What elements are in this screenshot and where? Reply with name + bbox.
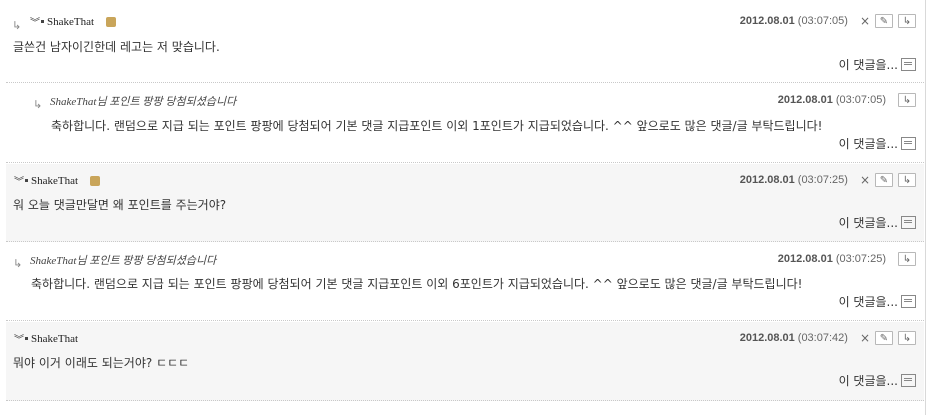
reply-icon: ↳: [902, 332, 912, 344]
comment-more-menu[interactable]: 이 댓글을...: [839, 214, 916, 231]
reply-button[interactable]: ↳: [898, 93, 916, 107]
reply-arrow-icon: ↳: [12, 19, 22, 32]
level-badge-icon: [106, 16, 117, 27]
author-name[interactable]: ShakeThat: [31, 333, 78, 345]
bullet-icon: [25, 179, 28, 182]
wing-icon: ︾: [14, 177, 24, 188]
comment-time: (03:07:05): [797, 15, 848, 27]
comment-date: 2012.08.01: [777, 94, 833, 106]
reply-icon: ↳: [902, 94, 912, 106]
bullet-icon: [25, 337, 28, 340]
comment-more-menu[interactable]: 이 댓글을...: [839, 372, 916, 389]
comment-item: ↳ ︾ ShakeThat 2012.08.01 (03:07:05) × ✎ …: [6, 5, 924, 83]
wing-icon: ︾: [14, 335, 24, 346]
comment-time: (03:07:05): [835, 94, 886, 106]
comment-author[interactable]: ︾ ShakeThat: [14, 173, 101, 188]
comment-meta: 2012.08.01 (03:07:25) ↳: [778, 252, 916, 266]
document-icon: [901, 374, 916, 387]
more-label: 이 댓글을...: [838, 374, 898, 388]
edit-button[interactable]: ✎: [875, 331, 893, 345]
comment-meta: 2012.08.01 (03:07:42) × ✎ ↳: [740, 331, 916, 345]
comment-text: 축하합니다. 랜덤으로 지급 되는 포인트 팡팡에 당첨되어 기본 댓글 지급포…: [51, 119, 823, 133]
more-label: 이 댓글을...: [838, 216, 898, 230]
comment-text: 축하합니다. 랜덤으로 지급 되는 포인트 팡팡에 당첨되어 기본 댓글 지급포…: [31, 277, 803, 291]
comment-date: 2012.08.01: [739, 174, 795, 186]
delete-button[interactable]: ×: [860, 173, 870, 187]
document-icon: [901, 295, 916, 308]
comment-text: 워 오늘 댓글만달면 왜 포인트를 주는거야?: [13, 198, 227, 212]
edit-icon: ✎: [879, 15, 889, 27]
reply-icon: ↳: [902, 15, 912, 27]
comment-item: ︾ ShakeThat 2012.08.01 (03:07:25) × ✎ ↳ …: [6, 164, 924, 242]
reply-header: ShakeThat님 포인트 팡팡 당첨되셨습니다: [50, 96, 237, 108]
comment-item-reply: ↳ ShakeThat님 포인트 팡팡 당첨되셨습니다 2012.08.01 (…: [6, 84, 924, 163]
comment-more-menu[interactable]: 이 댓글을...: [839, 56, 916, 73]
comment-author[interactable]: ︾ ShakeThat: [30, 14, 117, 29]
edit-icon: ✎: [879, 174, 889, 186]
document-icon: [901, 137, 916, 150]
scroll-edge: [925, 0, 926, 415]
comment-meta: 2012.08.01 (03:07:05) × ✎ ↳: [740, 14, 916, 28]
more-label: 이 댓글을...: [838, 58, 898, 72]
reply-header: ShakeThat님 포인트 팡팡 당첨되셨습니다: [30, 255, 217, 267]
reply-arrow-icon: ↳: [13, 257, 23, 270]
comment-date: 2012.08.01: [777, 253, 833, 265]
comment-date: 2012.08.01: [739, 332, 795, 344]
comment-more-menu[interactable]: 이 댓글을...: [839, 135, 916, 152]
comment-date: 2012.08.01: [739, 15, 795, 27]
reply-button[interactable]: ↳: [898, 331, 916, 345]
delete-button[interactable]: ×: [860, 331, 870, 345]
reply-arrow-icon: ↳: [33, 98, 43, 111]
comment-item: ︾ ShakeThat 2012.08.01 (03:07:42) × ✎ ↳ …: [6, 322, 924, 401]
reply-icon: ↳: [902, 253, 912, 265]
comment-list: ↳ ︾ ShakeThat 2012.08.01 (03:07:05) × ✎ …: [0, 0, 937, 415]
comment-author[interactable]: ︾ ShakeThat: [14, 331, 78, 347]
reply-button[interactable]: ↳: [898, 173, 916, 187]
comment-text: 글쓴건 남자이긴한데 레고는 저 맞습니다.: [13, 40, 220, 54]
author-name[interactable]: ShakeThat: [31, 175, 78, 187]
wing-icon: ︾: [30, 18, 40, 29]
document-icon: [901, 216, 916, 229]
comment-meta: 2012.08.01 (03:07:25) × ✎ ↳: [740, 173, 916, 187]
reply-button[interactable]: ↳: [898, 252, 916, 266]
author-name[interactable]: ShakeThat: [47, 16, 94, 28]
level-badge-icon: [90, 175, 101, 186]
comment-item-reply: ↳ ShakeThat님 포인트 팡팡 당첨되셨습니다 2012.08.01 (…: [6, 243, 924, 321]
more-label: 이 댓글을...: [838, 295, 898, 309]
comment-time: (03:07:25): [797, 174, 848, 186]
edit-icon: ✎: [879, 332, 889, 344]
delete-button[interactable]: ×: [860, 14, 870, 28]
comment-time: (03:07:25): [835, 253, 886, 265]
document-icon: [901, 58, 916, 71]
comment-time: (03:07:42): [797, 332, 848, 344]
reply-button[interactable]: ↳: [898, 14, 916, 28]
reply-icon: ↳: [902, 174, 912, 186]
comment-meta: 2012.08.01 (03:07:05) ↳: [778, 93, 916, 107]
edit-button[interactable]: ✎: [875, 14, 893, 28]
comment-text: 뭐야 이거 이래도 되는거야? ㄷㄷㄷ: [13, 356, 190, 370]
edit-button[interactable]: ✎: [875, 173, 893, 187]
more-label: 이 댓글을...: [838, 137, 898, 151]
comment-more-menu[interactable]: 이 댓글을...: [839, 293, 916, 310]
bullet-icon: [41, 20, 44, 23]
